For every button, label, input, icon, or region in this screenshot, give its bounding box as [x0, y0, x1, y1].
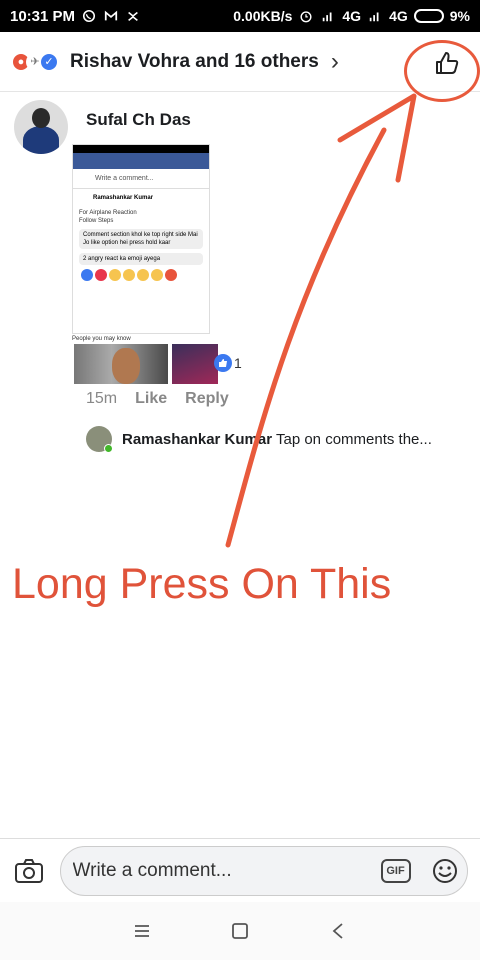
back-icon	[332, 923, 343, 939]
home-icon	[232, 923, 248, 939]
thumbs-up-icon	[436, 52, 459, 74]
back-button[interactable]	[325, 918, 351, 944]
signal-icon	[369, 12, 379, 22]
chevron-right-icon[interactable]: ›	[331, 48, 339, 76]
people-label: People you may know	[72, 336, 131, 342]
reply-preview[interactable]: Ramashankar Kumar Tap on comments the...	[86, 426, 476, 453]
status-bar: 10:31 PM 0.00KB/s 4G 4G 9%	[0, 0, 480, 32]
screenshot-emoji-row	[73, 265, 209, 285]
screenshot-bubble-2: 2 angry react ka emoji ayega	[79, 253, 203, 265]
signal-icon	[323, 12, 332, 22]
reactions-header[interactable]: ● ✈ ✓ Rishav Vohra and 16 others ›	[0, 32, 480, 102]
comment-composer: GIF	[0, 838, 480, 902]
reply-avatar[interactable]	[86, 426, 113, 453]
whatsapp-icon	[83, 9, 96, 23]
screenshot-write-bar: Write a comment...	[73, 169, 209, 189]
like-action[interactable]: Like	[135, 390, 167, 408]
comment-author[interactable]: Sufal Ch Das	[86, 110, 191, 130]
network-type-1: 4G	[342, 8, 362, 24]
emoji-icon[interactable]	[431, 857, 459, 885]
like-reaction-icon: ✓	[40, 52, 58, 71]
alarm-icon	[300, 11, 312, 23]
reply-author: Ramashankar Kumar	[122, 430, 273, 448]
avatar[interactable]	[14, 100, 68, 154]
comment-input[interactable]	[72, 859, 363, 882]
person-photo	[74, 344, 168, 384]
comment-input-wrapper[interactable]: GIF	[59, 845, 468, 896]
menu-button[interactable]	[129, 918, 155, 944]
reaction-icons: ● ✈ ✓	[12, 52, 58, 71]
system-nav-bar	[0, 902, 480, 960]
like-count-value: 1	[234, 355, 242, 371]
comment-meta: 15m Like Reply	[86, 390, 229, 408]
battery-percent: 9%	[449, 8, 470, 24]
comment-like-count[interactable]: 1	[214, 354, 242, 372]
comments-screen: 10:31 PM 0.00KB/s 4G 4G 9% ● ✈ ✓ Rishav …	[0, 0, 480, 960]
menu-icon	[135, 925, 149, 937]
person-photo	[172, 344, 218, 384]
screenshot-post-line-2: Follow Steps	[79, 218, 114, 224]
camera-icon	[14, 858, 43, 883]
screenshot-bubble-1: Comment section khol ke top right side M…	[79, 229, 203, 249]
comment-screenshot-image[interactable]: Write a comment... Ramashankar Kumar For…	[72, 144, 210, 334]
like-badge-icon	[214, 354, 232, 372]
reply-snippet: Tap on comments the...	[275, 430, 432, 448]
network-type-2: 4G	[389, 8, 408, 24]
gmail-icon	[104, 10, 118, 21]
like-button[interactable]	[430, 46, 464, 80]
comment-time: 15m	[86, 390, 118, 407]
online-indicator-icon	[104, 444, 113, 453]
status-time: 10:31 PM	[10, 7, 76, 25]
reply-text[interactable]: Ramashankar Kumar Tap on comments the...	[122, 431, 472, 448]
screenshot-post-line-1: For Airplane Reaction	[79, 210, 137, 216]
camera-button[interactable]	[12, 854, 46, 888]
notification-icon	[128, 11, 138, 21]
screenshot-post-text: For Airplane Reaction Follow Steps	[73, 201, 209, 225]
annotation-text: Long Press On This	[12, 560, 392, 608]
reactor-names: Rishav Vohra and 16 others	[70, 50, 319, 72]
gif-button[interactable]: GIF	[380, 858, 411, 883]
screenshot-post-author: Ramashankar Kumar	[93, 195, 154, 201]
reply-action[interactable]: Reply	[185, 390, 229, 408]
home-button[interactable]	[227, 918, 253, 944]
network-speed: 0.00KB/s	[233, 8, 293, 24]
battery-icon	[413, 9, 444, 23]
